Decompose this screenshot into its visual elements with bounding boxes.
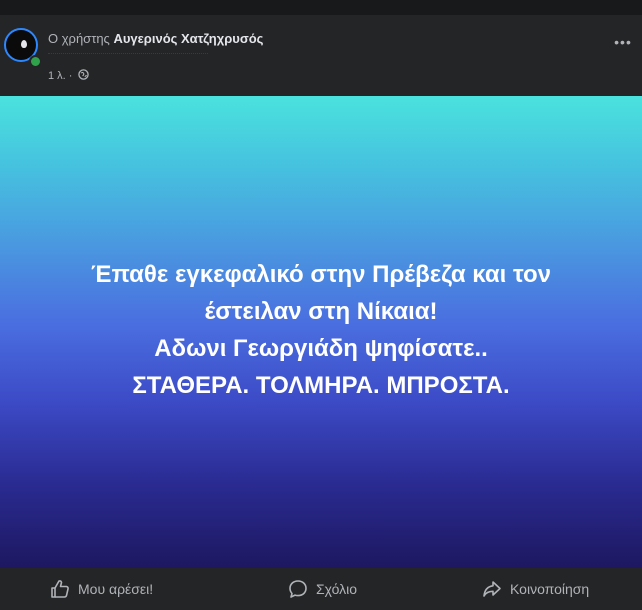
comment-button-label: Σχόλιο xyxy=(316,581,358,597)
post-image-text: Έπαθε εγκεφαλικό στην Πρέβεζα και τον έσ… xyxy=(0,256,642,404)
image-text-line-2: έστειλαν στη Νίκαια! xyxy=(204,298,438,325)
drop-avatar-icon xyxy=(21,40,27,48)
author-line: Ο χρήστης Αυγερινός Χατζηχρυσός xyxy=(48,31,263,46)
image-text-line-1: Έπαθε εγκεφαλικό στην Πρέβεζα και τον xyxy=(90,261,552,288)
comment-button[interactable]: Σχόλιο xyxy=(288,568,357,610)
author-subline-divider xyxy=(48,49,208,54)
author-prefix: Ο χρήστης xyxy=(48,31,110,46)
image-text-line-3: Αδωνι Γεωργιάδη ψηφίσατε.. xyxy=(154,335,488,362)
facebook-post-page: Ο χρήστης Αυγερινός Χατζηχρυσός 1 λ. · •… xyxy=(0,0,642,610)
author-name-link[interactable]: Αυγερινός Χατζηχρυσός xyxy=(113,31,263,46)
post-meta: 1 λ. · xyxy=(48,69,89,83)
post-action-bar: Μου αρέσει! Σχόλιο Κοινοποίηση xyxy=(0,568,642,610)
post-card: Ο χρήστης Αυγερινός Χατζηχρυσός 1 λ. · •… xyxy=(0,15,642,610)
thumbs-up-icon xyxy=(51,580,69,598)
online-status-indicator xyxy=(29,55,42,68)
post-image[interactable]: Έπαθε εγκεφαλικό στην Πρέβεζα και τον έσ… xyxy=(0,96,642,568)
top-bar xyxy=(0,0,642,15)
post-header: Ο χρήστης Αυγερινός Χατζηχρυσός 1 λ. · •… xyxy=(0,15,642,96)
share-button-label: Κοινοποίηση xyxy=(510,581,590,597)
post-timestamp[interactable]: 1 λ. · xyxy=(48,70,72,82)
speech-bubble-icon xyxy=(289,580,307,598)
like-button-label: Μου αρέσει! xyxy=(78,581,154,597)
more-options-button[interactable]: ••• xyxy=(612,35,634,49)
share-arrow-icon xyxy=(483,581,501,597)
like-button[interactable]: Μου αρέσει! xyxy=(50,568,153,610)
globe-icon[interactable] xyxy=(77,69,89,83)
image-text-line-4: ΣΤΑΘΕΡΑ. ΤΟΛΜΗΡΑ. ΜΠΡΟΣΤΑ. xyxy=(132,372,510,399)
share-button[interactable]: Κοινοποίηση xyxy=(482,568,589,610)
